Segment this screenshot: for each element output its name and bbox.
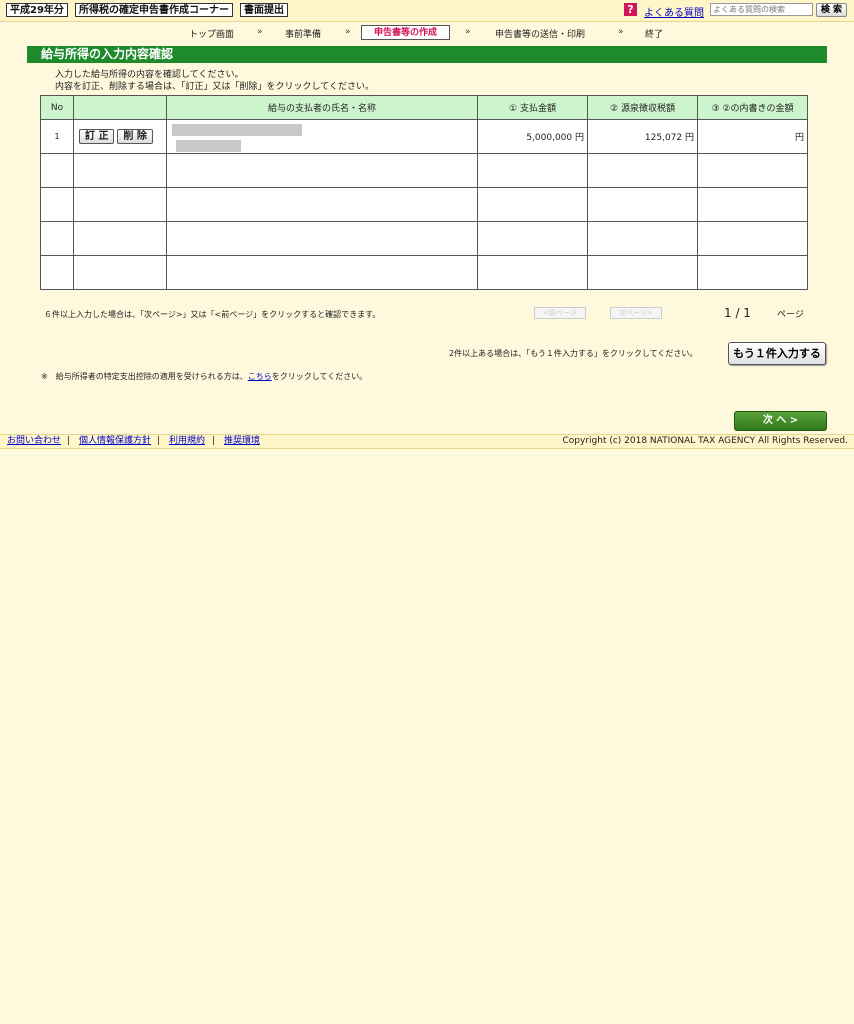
special-deduction-link[interactable]: こちら <box>248 372 272 381</box>
intro-line-1: 入力した給与所得の内容を確認してください。 <box>55 70 244 80</box>
prev-page-button[interactable]: <前ページ <box>534 307 586 319</box>
intro-text: 入力した給与所得の内容を確認してください。 内容を訂正、削除する場合は、「訂正」… <box>55 69 374 93</box>
page-count: 1 / 1 <box>724 306 751 320</box>
submission-button[interactable]: 書面提出 <box>240 3 288 17</box>
add-another-button[interactable]: もう１件入力する <box>728 342 826 365</box>
step-arrow-icon: » <box>618 27 624 37</box>
payer-name-cell <box>166 119 478 154</box>
help-icon[interactable]: ? <box>624 3 637 16</box>
special-note-prefix: ※ 給与所得者の特定支出控除の適用を受けられる方は、 <box>41 372 248 381</box>
footer-separator: | <box>212 436 216 446</box>
footer-env-link[interactable]: 推奨環境 <box>224 435 260 448</box>
step-send-print: 申告書等の送信・印刷 <box>495 30 586 40</box>
next-page-button[interactable]: 次ページ> <box>610 307 662 319</box>
header-paid: ① 支払金額 <box>477 95 588 120</box>
page-label: ページ <box>777 310 804 320</box>
step-navigation: トップ画面 » 事前準備 » 申告書等の作成 » 申告書等の送信・印刷 » 終了 <box>0 25 854 41</box>
withheld-amount: 125,072 円 <box>587 119 698 154</box>
header-breakdown: ③ ②の内書きの金額 <box>697 95 808 120</box>
table-row <box>40 221 808 256</box>
step-top: トップ画面 <box>189 30 235 40</box>
footer-contact-link[interactable]: お問い合わせ <box>7 435 61 448</box>
footer-privacy-link[interactable]: 個人情報保護方針 <box>79 435 151 448</box>
header-actions <box>73 95 167 120</box>
redacted-payer-name <box>172 123 302 136</box>
header-payer: 給与の支払者の氏名・名称 <box>166 95 478 120</box>
special-note-suffix: をクリックしてください。 <box>271 372 368 381</box>
add-another-note: 2件以上ある場合は、「もう１件入力する」をクリックしてください。 <box>449 349 698 358</box>
edit-button[interactable]: 訂 正 <box>79 129 115 144</box>
step-end: 終了 <box>645 30 664 40</box>
next-button[interactable]: 次 へ > <box>734 411 827 431</box>
paid-amount: 5,000,000 円 <box>477 119 588 154</box>
page-title: 給与所得の入力内容確認 <box>27 46 827 63</box>
step-arrow-icon: » <box>257 27 263 37</box>
footer-terms-link[interactable]: 利用規約 <box>169 435 205 448</box>
special-deduction-note: ※ 給与所得者の特定支出控除の適用を受けられる方は、こちらをクリックしてください… <box>41 371 367 382</box>
faq-search-input[interactable] <box>710 3 813 16</box>
table-header-row: No 給与の支払者の氏名・名称 ① 支払金額 ② 源泉徴収税額 ③ ②の内書きの… <box>40 95 808 120</box>
footer-separator: | <box>157 436 161 446</box>
step-arrow-icon: » <box>345 27 351 37</box>
row-actions: 訂 正 削 除 <box>73 119 167 154</box>
table-row <box>40 255 808 290</box>
footer: お問い合わせ | 個人情報保護方針 | 利用規約 | 推奨環境 Copyrigh… <box>0 434 854 449</box>
intro-line-2: 内容を訂正、削除する場合は、「訂正」又は「削除」をクリックしてください。 <box>55 82 374 92</box>
corner-title: 所得税の確定申告書作成コーナー <box>75 3 233 17</box>
copyright: Copyright (c) 2018 NATIONAL TAX AGENCY A… <box>562 436 849 446</box>
year-label: 平成29年分 <box>6 3 68 17</box>
table-row <box>40 153 808 188</box>
step-preparation: 事前準備 <box>285 30 322 40</box>
breakdown-amount: 円 <box>697 119 808 154</box>
faq-link[interactable]: よくある質問 <box>644 4 704 19</box>
footer-separator: | <box>67 436 71 446</box>
salary-income-table: No 給与の支払者の氏名・名称 ① 支払金額 ② 源泉徴収税額 ③ ②の内書きの… <box>40 95 808 290</box>
header-bar: 平成29年分 所得税の確定申告書作成コーナー 書面提出 ? よくある質問 検 索 <box>0 0 854 22</box>
header-no: No <box>40 95 74 120</box>
delete-button[interactable]: 削 除 <box>117 129 153 144</box>
redacted-payer-address <box>176 139 241 152</box>
step-arrow-icon: » <box>465 27 471 37</box>
table-row: 1 訂 正 削 除 5,000,000 円 125,072 円 円 <box>40 119 808 154</box>
header-withheld: ② 源泉徴収税額 <box>587 95 698 120</box>
pagination-note: ６件以上入力した場合は、「次ページ>」又は「<前ページ」をクリックすると確認でき… <box>44 310 381 319</box>
search-button[interactable]: 検 索 <box>816 3 847 17</box>
step-create-current: 申告書等の作成 <box>361 25 451 40</box>
table-row <box>40 187 808 222</box>
row-number: 1 <box>40 119 74 154</box>
